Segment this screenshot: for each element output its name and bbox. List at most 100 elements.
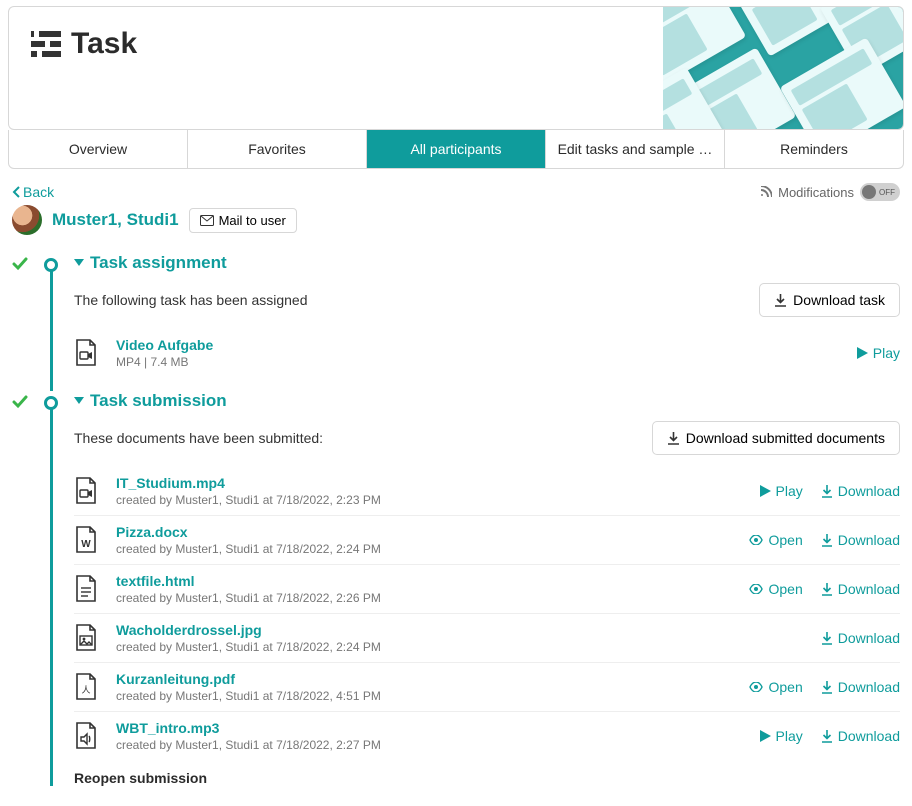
download-icon: [821, 681, 833, 694]
assignment-file-row: Video Aufgabe MP4 | 7.4 MB Play: [74, 329, 900, 377]
file-text-icon: [74, 575, 106, 603]
file-pdf-icon: 人: [74, 673, 106, 701]
play-icon: [760, 730, 771, 742]
file-name-link[interactable]: Pizza.docx: [116, 524, 739, 540]
tab-reminders[interactable]: Reminders: [725, 130, 903, 168]
file-video-icon: [74, 339, 106, 367]
file-meta: MP4 | 7.4 MB: [116, 355, 847, 369]
page-header: Task: [8, 6, 904, 130]
submission-file-row: WBT_intro.mp3created by Muster1, Studi1 …: [74, 712, 900, 760]
file-name-link[interactable]: textfile.html: [116, 573, 739, 589]
download-icon: [821, 534, 833, 547]
step-header-assignment[interactable]: Task assignment: [74, 253, 900, 273]
download-label: Download: [838, 630, 900, 646]
download-task-button[interactable]: Download task: [759, 283, 900, 317]
caret-down-icon: [74, 259, 84, 267]
download-action[interactable]: Download: [821, 630, 900, 646]
file-name-link[interactable]: Kurzanleitung.pdf: [116, 671, 739, 687]
submission-file-row: textfile.htmlcreated by Muster1, Studi1 …: [74, 565, 900, 614]
svg-text:W: W: [81, 539, 91, 550]
download-submitted-label: Download submitted documents: [686, 430, 885, 446]
submission-file-row: W Pizza.docx created by Muster1, Studi1 at…: [74, 516, 900, 565]
reopen-submission-link[interactable]: Reopen submission: [74, 760, 900, 786]
submission-file-row: 人 Kurzanleitung.pdf created by Muster1, St…: [74, 663, 900, 712]
download-label: Download: [838, 679, 900, 695]
check-icon: [12, 253, 38, 377]
file-name-link[interactable]: IT_Studium.mp4: [116, 475, 750, 491]
play-icon: [760, 485, 771, 497]
check-icon: [12, 391, 38, 786]
step-title: Task assignment: [90, 253, 227, 273]
open-label: Open: [768, 581, 802, 597]
download-task-label: Download task: [793, 292, 885, 308]
play-label: Play: [776, 483, 803, 499]
file-name-link[interactable]: WBT_intro.mp3: [116, 720, 750, 736]
page-title: Task: [71, 27, 137, 61]
file-meta: created by Muster1, Studi1 at 7/18/2022,…: [116, 640, 811, 654]
step-header-submission[interactable]: Task submission: [74, 391, 900, 411]
file-name-link[interactable]: Wacholderdrossel.jpg: [116, 622, 811, 638]
file-meta: created by Muster1, Studi1 at 7/18/2022,…: [116, 738, 750, 752]
toggle-state: OFF: [879, 188, 895, 197]
download-action[interactable]: Download: [821, 581, 900, 597]
file-meta: created by Muster1, Studi1 at 7/18/2022,…: [116, 542, 739, 556]
open-action[interactable]: Open: [749, 679, 802, 695]
file-meta: created by Muster1, Studi1 at 7/18/2022,…: [116, 493, 750, 507]
modifications-toggle[interactable]: OFF: [860, 183, 900, 201]
play-action[interactable]: Play: [857, 345, 900, 361]
file-audio-icon: [74, 722, 106, 750]
step-task-submission: Task submission These documents have bee…: [12, 391, 900, 786]
task-icon: [31, 31, 61, 57]
open-icon: [749, 584, 763, 594]
download-icon: [821, 730, 833, 743]
download-label: Download: [838, 581, 900, 597]
file-video-icon: [74, 477, 106, 505]
play-action[interactable]: Play: [760, 483, 803, 499]
download-icon: [821, 485, 833, 498]
open-label: Open: [768, 679, 802, 695]
download-action[interactable]: Download: [821, 728, 900, 744]
download-icon: [774, 294, 787, 307]
open-action[interactable]: Open: [749, 532, 802, 548]
back-link[interactable]: Back: [12, 184, 54, 200]
submission-file-row: Wacholderdrossel.jpg created by Muster1, …: [74, 614, 900, 663]
mail-button-label: Mail to user: [219, 213, 286, 228]
download-action[interactable]: Download: [821, 679, 900, 695]
tab-edit-tasks-and-sample[interactable]: Edit tasks and sample …: [546, 130, 725, 168]
tab-overview[interactable]: Overview: [9, 130, 188, 168]
file-image-icon: [74, 624, 106, 652]
download-action[interactable]: Download: [821, 532, 900, 548]
play-icon: [857, 347, 868, 359]
download-submitted-button[interactable]: Download submitted documents: [652, 421, 900, 455]
mail-to-user-button[interactable]: Mail to user: [189, 208, 297, 233]
tab-favorites[interactable]: Favorites: [188, 130, 367, 168]
download-label: Download: [838, 532, 900, 548]
file-name-link[interactable]: Video Aufgabe: [116, 337, 847, 353]
mail-icon: [200, 215, 214, 226]
tab-all-participants[interactable]: All participants: [367, 130, 546, 168]
timeline-node: [44, 258, 58, 272]
step-subtitle: These documents have been submitted:: [74, 430, 323, 446]
open-action[interactable]: Open: [749, 581, 802, 597]
open-icon: [749, 535, 763, 545]
user-row: Muster1, Studi1 Mail to user: [0, 201, 912, 245]
step-title: Task submission: [90, 391, 227, 411]
svg-text:人: 人: [81, 685, 90, 695]
download-icon: [667, 432, 680, 445]
download-label: Download: [838, 728, 900, 744]
play-action[interactable]: Play: [760, 728, 803, 744]
caret-down-icon: [74, 397, 84, 405]
tab-bar: OverviewFavoritesAll participantsEdit ta…: [8, 130, 904, 169]
step-task-assignment: Task assignment The following task has b…: [12, 253, 900, 377]
step-subtitle: The following task has been assigned: [74, 292, 307, 308]
open-label: Open: [768, 532, 802, 548]
modifications-control: Modifications OFF: [760, 183, 900, 201]
submission-file-row: IT_Studium.mp4created by Muster1, Studi1…: [74, 467, 900, 516]
play-label: Play: [873, 345, 900, 361]
play-label: Play: [776, 728, 803, 744]
file-meta: created by Muster1, Studi1 at 7/18/2022,…: [116, 689, 739, 703]
download-action[interactable]: Download: [821, 483, 900, 499]
download-icon: [821, 632, 833, 645]
user-name-link[interactable]: Muster1, Studi1: [52, 210, 179, 230]
back-label: Back: [23, 184, 54, 200]
